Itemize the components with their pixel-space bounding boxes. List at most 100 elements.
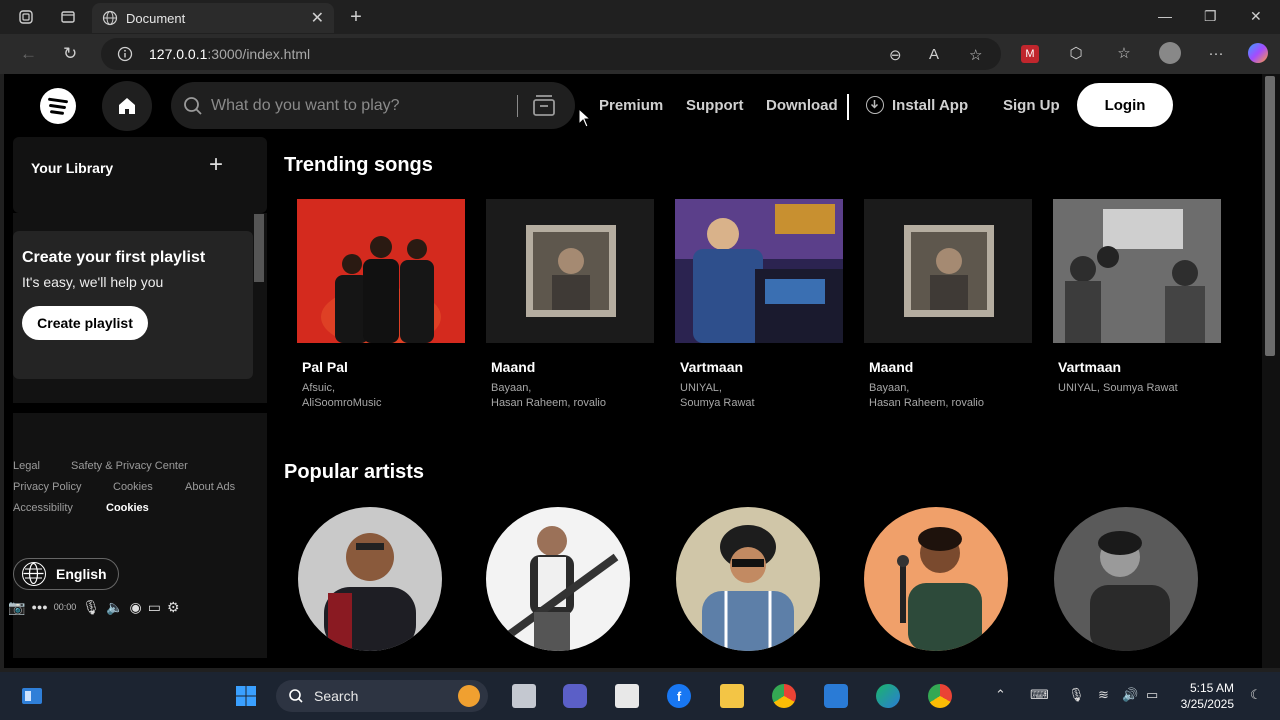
refresh-icon[interactable]: ↻ (63, 44, 77, 64)
profile-avatar[interactable] (1159, 42, 1181, 64)
song-card[interactable]: Pal Pal Afsuic, AliSoomroMusic (297, 199, 465, 411)
song-cover-image (675, 199, 843, 343)
settings-gear-icon[interactable]: ⚙ (167, 599, 180, 616)
footer-link-accessibility[interactable]: Accessibility (13, 502, 73, 514)
song-title: Vartmaan (1058, 359, 1122, 375)
song-title: Maand (491, 359, 536, 375)
artist-avatar[interactable] (676, 507, 820, 651)
login-button[interactable]: Login (1077, 83, 1173, 127)
nav-signup[interactable]: Sign Up (1003, 97, 1060, 114)
language-button[interactable]: English (13, 558, 119, 590)
read-aloud-icon[interactable]: A (929, 46, 939, 63)
home-button[interactable] (102, 81, 152, 131)
new-tab-icon[interactable]: + (347, 6, 365, 28)
teams-icon[interactable] (563, 684, 587, 708)
wifi-icon[interactable]: ≋ (1098, 687, 1109, 703)
url-field[interactable]: 127.0.0.1:3000/index.html ⊖ A ☆ (101, 38, 1001, 70)
chrome-profile-icon[interactable] (928, 684, 952, 708)
add-library-icon[interactable]: + (209, 151, 223, 179)
nav-divider (847, 94, 849, 120)
song-card[interactable]: Maand Bayaan, Hasan Raheem, rovalio (864, 199, 1032, 411)
info-icon[interactable] (117, 46, 133, 62)
artist-avatar[interactable] (864, 507, 1008, 651)
tab-document[interactable]: Document ✕ (92, 3, 334, 33)
nav-download[interactable]: Download (766, 97, 838, 114)
vscode-icon[interactable] (824, 684, 848, 708)
footer-link-cookies-bold[interactable]: Cookies (106, 502, 149, 514)
search-input[interactable] (211, 96, 511, 115)
widgets-icon[interactable] (20, 684, 44, 708)
create-playlist-button[interactable]: Create playlist (22, 306, 148, 340)
artist-avatar[interactable] (298, 507, 442, 651)
footer-link-cookies[interactable]: Cookies (113, 481, 153, 493)
extension-red-icon[interactable]: M (1021, 45, 1039, 63)
favorite-star-icon[interactable]: ☆ (969, 46, 982, 64)
song-cover-image (486, 199, 654, 343)
song-artist: UNIYAL, Soumya Rawat (1058, 382, 1178, 394)
task-view-icon[interactable] (512, 684, 536, 708)
search-divider (517, 95, 518, 117)
microphone-icon[interactable]: 🎙 (82, 599, 100, 616)
back-icon[interactable]: ← (20, 44, 37, 64)
edge-icon[interactable] (876, 684, 900, 708)
keyboard-icon[interactable]: ⌨ (1030, 687, 1049, 703)
library-scrollbar[interactable] (254, 214, 264, 282)
clock-time: 5:15 AM (1189, 681, 1234, 695)
globe-icon (102, 10, 118, 26)
more-menu-icon[interactable]: ··· (1206, 43, 1226, 63)
language-label: English (56, 566, 107, 582)
close-window-icon[interactable]: ✕ (1250, 8, 1262, 25)
tab-actions-icon[interactable] (59, 8, 77, 26)
search-bar[interactable] (171, 82, 575, 129)
volume-icon[interactable]: 🔊 (1122, 687, 1138, 703)
song-cover-image (1053, 199, 1221, 343)
sidebar-footer (13, 413, 267, 658)
microsoft-store-icon[interactable] (615, 684, 639, 708)
artist-avatar[interactable] (486, 507, 630, 651)
taskbar-search[interactable]: Search (276, 680, 488, 712)
footer-link-safety[interactable]: Safety & Privacy Center (71, 460, 188, 472)
battery-icon[interactable]: ▭ (1146, 687, 1158, 703)
file-explorer-icon[interactable] (720, 684, 744, 708)
artist-avatar[interactable] (1054, 507, 1198, 651)
zoom-out-icon[interactable]: ⊖ (889, 46, 902, 64)
start-menu-icon[interactable] (234, 684, 258, 708)
chrome-icon[interactable] (772, 684, 796, 708)
close-tab-icon[interactable]: ✕ (311, 8, 324, 28)
song-artist: Bayaan, Hasan Raheem, rovalio (869, 382, 984, 409)
window-icon[interactable]: ▭ (148, 599, 161, 616)
spotify-logo-icon[interactable] (40, 88, 76, 124)
minimize-icon[interactable]: — (1158, 8, 1172, 24)
footer-link-legal[interactable]: Legal (13, 460, 40, 472)
song-card[interactable]: Vartmaan UNIYAL, Soumya Rawat (1053, 199, 1221, 396)
restore-icon[interactable]: ❐ (1204, 8, 1217, 25)
copilot-icon[interactable] (1248, 43, 1268, 63)
page-scrollbar-thumb[interactable] (1265, 76, 1275, 356)
song-title: Maand (869, 359, 914, 375)
notifications-moon-icon[interactable]: ☾ (1250, 687, 1262, 703)
nav-support[interactable]: Support (686, 97, 744, 114)
footer-link-privacy[interactable]: Privacy Policy (13, 481, 81, 493)
spotify-clone-page: Premium Support Download Install App Sig… (4, 74, 1262, 668)
webcam-icon[interactable]: ◉ (130, 599, 142, 616)
screen-recorder-toolbar: 📷 ●●● 00:00 🎙 🔈 ◉ ▭ ⚙ (4, 594, 244, 620)
browse-icon[interactable] (531, 93, 557, 117)
song-card[interactable]: Maand Bayaan, Hasan Raheem, rovalio (486, 199, 654, 411)
install-app-link[interactable]: Install App (866, 96, 968, 114)
search-icon (184, 96, 202, 115)
tray-mic-icon[interactable]: 🎙 (1068, 687, 1085, 703)
footer-link-about-ads[interactable]: About Ads (185, 481, 235, 493)
facebook-icon[interactable]: f (667, 684, 691, 708)
workspaces-icon[interactable] (17, 8, 35, 26)
camera-icon[interactable]: 📷 (8, 599, 25, 616)
extensions-puzzle-icon[interactable]: ⬡ (1066, 43, 1086, 63)
page-scrollbar[interactable] (1262, 74, 1280, 668)
url-path: :3000/index.html (207, 46, 311, 62)
favorites-icon[interactable]: ☆ (1114, 43, 1134, 63)
home-icon (119, 98, 135, 114)
tray-overflow-icon[interactable]: ⌃ (995, 687, 1006, 703)
song-card[interactable]: Vartmaan UNIYAL, Soumya Rawat (675, 199, 843, 411)
system-clock[interactable]: 5:15 AM 3/25/2025 (1176, 680, 1234, 712)
nav-premium[interactable]: Premium (599, 97, 663, 114)
speaker-icon[interactable]: 🔈 (106, 599, 123, 616)
